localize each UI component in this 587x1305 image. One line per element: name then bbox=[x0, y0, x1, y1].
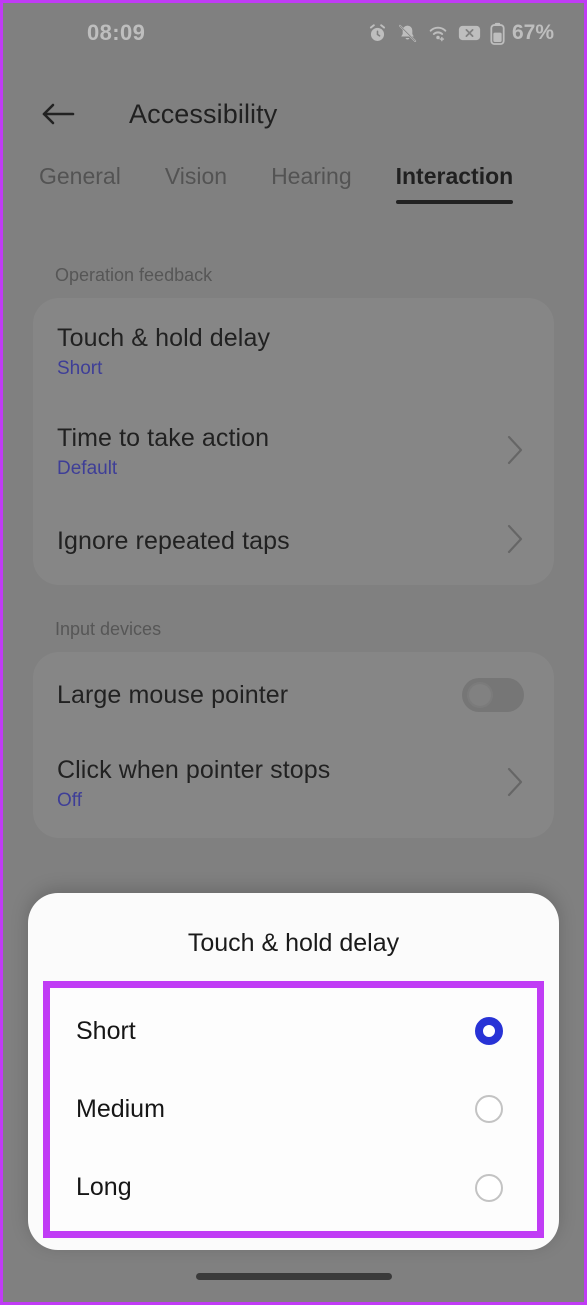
row-texts: Click when pointer stops Off bbox=[57, 756, 330, 812]
radio-short[interactable] bbox=[475, 1017, 503, 1046]
row-touch-and-hold-delay[interactable]: Touch & hold delay Short bbox=[33, 302, 554, 402]
row-title: Large mouse pointer bbox=[57, 680, 289, 709]
tab-interaction[interactable]: Interaction bbox=[395, 163, 513, 204]
row-texts: Ignore repeated taps bbox=[57, 527, 290, 556]
tab-hearing[interactable]: Hearing bbox=[271, 163, 352, 204]
settings-card-input-devices: Large mouse pointer Click when pointer s… bbox=[33, 652, 554, 838]
row-title: Time to take action bbox=[57, 424, 270, 452]
phone-screenshot: 08:09 67% Accessibility General Vision H… bbox=[0, 0, 587, 1305]
options-highlight-box: Short Medium Long bbox=[43, 981, 544, 1238]
large-mouse-pointer-toggle[interactable] bbox=[462, 678, 524, 712]
row-subtitle: Short bbox=[57, 358, 103, 379]
status-icon-group: 67% bbox=[367, 21, 554, 45]
section-label-input-devices: Input devices bbox=[55, 619, 162, 639]
option-label: Short bbox=[76, 1016, 136, 1045]
dialog-title: Touch & hold delay bbox=[187, 929, 400, 957]
battery-icon bbox=[490, 22, 505, 45]
row-texts: Large mouse pointer bbox=[57, 681, 288, 710]
row-texts: Touch & hold delay Short bbox=[57, 324, 270, 380]
page-title: Accessibility bbox=[129, 98, 278, 129]
row-click-when-pointer-stops[interactable]: Click when pointer stops Off bbox=[33, 734, 554, 834]
section-label-operation-feedback: Operation feedback bbox=[55, 265, 213, 285]
app-bar: Accessibility bbox=[3, 83, 584, 145]
option-label: Medium bbox=[76, 1094, 165, 1123]
tab-vision[interactable]: Vision bbox=[165, 163, 227, 204]
row-ignore-repeated-taps[interactable]: Ignore repeated taps bbox=[33, 502, 554, 581]
touch-and-hold-delay-dialog: Touch & hold delay Short Medium Long bbox=[28, 893, 559, 1250]
radio-medium[interactable] bbox=[475, 1095, 503, 1124]
wifi-icon bbox=[427, 23, 449, 44]
row-subtitle: Default bbox=[57, 458, 118, 479]
back-arrow-icon[interactable] bbox=[37, 93, 79, 135]
bell-muted-icon bbox=[397, 23, 418, 44]
chevron-right-icon bbox=[507, 767, 524, 802]
row-title: Click when pointer stops bbox=[57, 756, 331, 784]
settings-card-operation-feedback: Touch & hold delay Short Time to take ac… bbox=[33, 298, 554, 585]
chevron-right-icon bbox=[507, 524, 524, 559]
row-time-to-take-action[interactable]: Time to take action Default bbox=[33, 402, 554, 502]
row-texts: Time to take action Default bbox=[57, 424, 269, 480]
tab-general[interactable]: General bbox=[39, 163, 121, 204]
battery-percent-label: 67% bbox=[511, 21, 554, 44]
status-bar: 08:09 67% bbox=[3, 3, 584, 63]
toggle-knob bbox=[467, 682, 493, 708]
alarm-icon bbox=[367, 23, 388, 44]
option-long[interactable]: Long bbox=[50, 1149, 537, 1227]
option-label: Long bbox=[76, 1173, 132, 1202]
home-gesture-handle[interactable] bbox=[195, 1273, 392, 1280]
tab-bar: General Vision Hearing Interaction bbox=[3, 163, 584, 227]
status-clock: 08:09 bbox=[87, 20, 146, 45]
row-title: Ignore repeated taps bbox=[57, 527, 290, 555]
row-large-mouse-pointer[interactable]: Large mouse pointer bbox=[33, 656, 554, 734]
row-subtitle: Off bbox=[57, 790, 82, 811]
option-medium[interactable]: Medium bbox=[50, 1070, 537, 1148]
radio-option-list: Short Medium Long bbox=[50, 988, 537, 1231]
row-title: Touch & hold delay bbox=[57, 324, 271, 352]
radio-long[interactable] bbox=[475, 1173, 503, 1202]
no-sim-icon bbox=[458, 24, 481, 42]
chevron-right-icon bbox=[507, 435, 524, 470]
option-short[interactable]: Short bbox=[50, 992, 537, 1070]
